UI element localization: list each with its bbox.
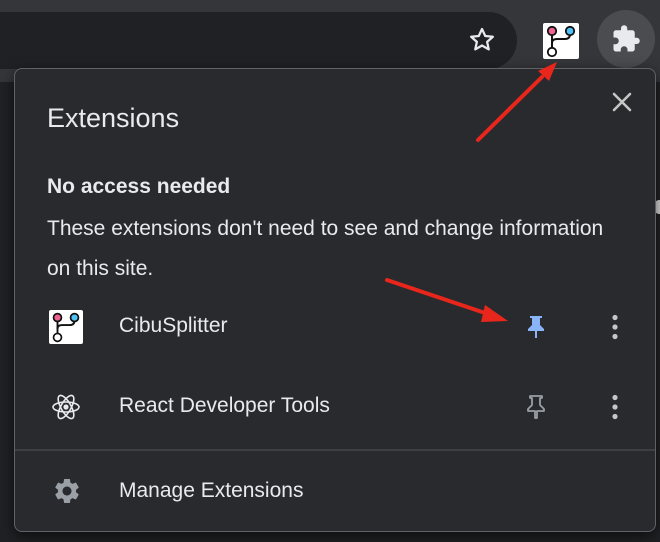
react-icon	[52, 394, 80, 420]
manage-icon-wrap	[52, 476, 82, 506]
extension-icon	[49, 390, 83, 424]
pin-outline-icon	[527, 395, 545, 419]
extensions-menu-button[interactable]	[597, 10, 655, 68]
cibusplitter-toolbar-button[interactable]	[543, 23, 579, 59]
popup-title: Extensions	[47, 103, 180, 133]
bookmark-star-button[interactable]	[461, 19, 503, 61]
manage-extensions-button[interactable]: Manage Extensions	[15, 459, 655, 523]
section-heading: No access needed	[47, 175, 231, 198]
more-options-button[interactable]	[597, 308, 633, 346]
more-options-button[interactable]	[597, 388, 633, 426]
pin-button[interactable]	[517, 388, 555, 426]
extension-icon	[49, 310, 83, 344]
more-vert-icon	[612, 314, 618, 340]
star-outline-icon	[470, 27, 494, 51]
gear-icon	[55, 479, 79, 503]
close-button[interactable]	[605, 85, 639, 119]
browser-window: Extensions No access needed These extens…	[0, 0, 660, 542]
cibusplitter-icon	[546, 25, 576, 58]
pin-button[interactable]	[517, 308, 555, 346]
extension-name: CibuSplitter	[119, 314, 228, 337]
extension-row-react-developer-tools[interactable]: React Developer Tools	[15, 375, 655, 439]
manage-extensions-label: Manage Extensions	[119, 479, 304, 502]
pin-filled-icon	[528, 316, 544, 338]
divider	[15, 449, 655, 451]
more-vert-icon	[612, 394, 618, 420]
cibusplitter-icon	[52, 312, 80, 343]
section-description: These extensions don't need to see and c…	[47, 217, 604, 280]
address-bar[interactable]	[0, 12, 517, 69]
close-icon	[612, 92, 632, 112]
extension-row-cibusplitter[interactable]: CibuSplitter	[15, 295, 655, 359]
extensions-popup: Extensions No access needed These extens…	[14, 68, 656, 532]
extension-name: React Developer Tools	[119, 394, 330, 417]
puzzle-piece-icon	[613, 25, 640, 52]
